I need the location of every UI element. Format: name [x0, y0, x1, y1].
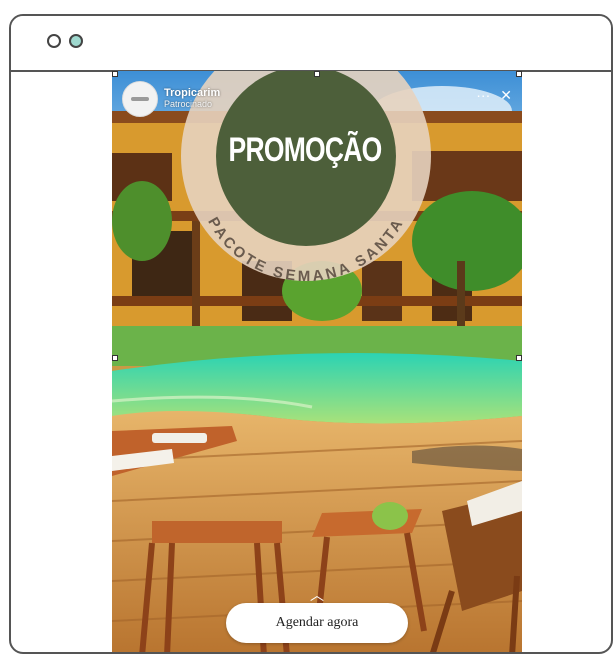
promo-title: PROMOÇÃO [228, 131, 383, 169]
title-bar [11, 16, 611, 72]
browser-window: PACOTE SEMANA SANTA PROMOÇÃO Tropicarim … [9, 14, 613, 654]
resize-handle-top[interactable] [314, 71, 320, 77]
brand-text: Tropicarim Patrocinado [164, 88, 220, 110]
cta-button[interactable]: Agendar agora [226, 603, 408, 643]
resize-handle-top-left[interactable] [112, 71, 118, 77]
chevron-up-icon[interactable]: ︿ [310, 585, 324, 605]
window-dot-close[interactable] [47, 34, 61, 48]
brand-avatar[interactable] [122, 81, 158, 117]
close-icon[interactable]: ✕ [500, 87, 512, 104]
sponsored-label: Patrocinado [164, 99, 213, 109]
resize-handle-right[interactable] [516, 355, 522, 361]
ad-story-preview: PACOTE SEMANA SANTA PROMOÇÃO Tropicarim … [112, 71, 522, 652]
brand-header[interactable]: Tropicarim Patrocinado [122, 81, 220, 117]
ad-controls: ··· ✕ [476, 87, 512, 104]
resize-handle-top-right[interactable] [516, 71, 522, 77]
brand-name[interactable]: Tropicarim [164, 88, 220, 99]
window-dot-expand[interactable] [69, 34, 83, 48]
more-options-icon[interactable]: ··· [476, 87, 490, 104]
resize-handle-left[interactable] [112, 355, 118, 361]
